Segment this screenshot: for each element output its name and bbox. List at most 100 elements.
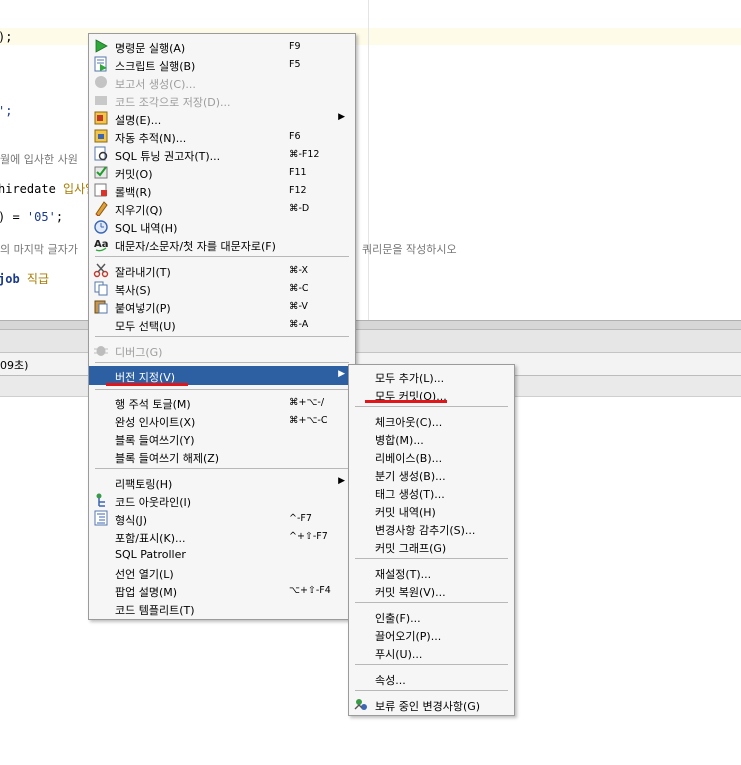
menu-separator: [95, 336, 349, 337]
menu-item-label: 리팩토링(H): [115, 478, 173, 491]
menu-item-shortcut: ⌘-D: [289, 203, 310, 214]
menu-item-include-show[interactable]: 포함/표시(K)... ^+⇧-F7: [89, 527, 355, 545]
format-icon: [94, 510, 108, 526]
menu-item-generate-report[interactable]: 보고서 생성(C)...: [89, 73, 355, 91]
submenu-item-pull[interactable]: 끌어오기(P)...: [349, 625, 514, 643]
menu-separator: [95, 389, 349, 390]
menu-item-label: 모두 선택(U): [115, 320, 176, 333]
menu-item-label: 인출(F)...: [375, 612, 421, 625]
menu-item-label: 행 주석 토글(M): [115, 398, 191, 411]
menu-item-popup-description[interactable]: 팝업 설명(M) ⌥+⇧-F4: [89, 581, 355, 599]
menu-item-sql-patroller[interactable]: SQL Patroller: [89, 545, 355, 563]
menu-item-label: 복사(S): [115, 284, 151, 297]
menu-item-code-outline[interactable]: 코드 아웃라인(I): [89, 491, 355, 509]
submenu-item-properties[interactable]: 속성...: [349, 669, 514, 687]
menu-item-label: SQL Patroller: [115, 548, 186, 561]
svg-text:Aa: Aa: [94, 239, 109, 250]
submenu-item-stash-changes[interactable]: 변경사항 감추기(S)...: [349, 519, 514, 537]
menu-item-refactoring[interactable]: 리팩토링(H) ▶: [89, 473, 355, 491]
menu-item-change-case[interactable]: Aa 대문자/소문자/첫 자를 대문자로(F): [89, 235, 355, 253]
menu-item-shortcut: ⌘-V: [289, 301, 308, 312]
menu-item-format[interactable]: 형식(J) ^-F7: [89, 509, 355, 527]
menu-item-label: SQL 내역(H): [115, 222, 178, 235]
menu-item-cut[interactable]: 잘라내기(T) ⌘-X: [89, 261, 355, 279]
menu-item-save-snippet[interactable]: 코드 조각으로 저장(D)...: [89, 91, 355, 109]
menu-item-label: 잘라내기(T): [115, 266, 171, 279]
submenu-item-reset[interactable]: 재설정(T)...: [349, 563, 514, 581]
menu-item-shortcut: ⌘+⌥-C: [289, 415, 328, 426]
menu-item-copy[interactable]: 복사(S) ⌘-C: [89, 279, 355, 297]
code-line: );: [0, 30, 13, 44]
menu-item-run-statement[interactable]: 명령문 실행(A) F9: [89, 37, 355, 55]
menu-item-code-template[interactable]: 코드 템플리트(T): [89, 599, 355, 617]
menu-item-label: 지우기(Q): [115, 204, 163, 217]
menu-item-label: SQL 튜닝 권고자(T)...: [115, 150, 221, 163]
menu-item-select-all[interactable]: 모두 선택(U) ⌘-A: [89, 315, 355, 333]
menu-item-rollback[interactable]: 롤백(R) F12: [89, 181, 355, 199]
menu-item-run-script[interactable]: 스크립트 실행(B) F5: [89, 55, 355, 73]
menu-item-debug[interactable]: 디버그(G): [89, 341, 355, 359]
menu-item-shortcut: ⌥+⇧-F4: [289, 585, 331, 596]
submenu-item-pending-changes[interactable]: 보류 중인 변경사항(G): [349, 695, 514, 713]
menu-item-label: 보고서 생성(C)...: [115, 78, 196, 91]
menu-item-label: 리베이스(B)...: [375, 452, 443, 465]
menu-item-commit[interactable]: 커밋(O) F11: [89, 163, 355, 181]
menu-item-shortcut: F5: [289, 59, 301, 70]
menu-item-label: 대문자/소문자/첫 자를 대문자로(F): [115, 240, 276, 253]
menu-item-explain[interactable]: 설명(E)... ▶: [89, 109, 355, 127]
status-text: 09초): [0, 359, 29, 372]
versioning-submenu: 모두 추가(L)... 모두 커밋(O)... 체크아웃(C)... 병합(M)…: [348, 364, 515, 716]
submenu-item-revert-commit[interactable]: 커밋 복원(V)...: [349, 581, 514, 599]
submenu-item-checkout[interactable]: 체크아웃(C)...: [349, 411, 514, 429]
menu-item-label: 푸시(U)...: [375, 648, 423, 661]
menu-item-block-unindent[interactable]: 블록 들여쓰기 해제(Z): [89, 447, 355, 465]
menu-item-shortcut: ⌘-X: [289, 265, 308, 276]
menu-item-shortcut: ⌘-C: [289, 283, 309, 294]
menu-item-sql-history[interactable]: SQL 내역(H): [89, 217, 355, 235]
menu-item-sql-tuning[interactable]: SQL 튜닝 권고자(T)... ⌘-F12: [89, 145, 355, 163]
menu-item-open-declaration[interactable]: 선언 열기(L): [89, 563, 355, 581]
menu-item-label: 명령문 실행(A): [115, 42, 186, 55]
case-icon: Aa: [94, 239, 109, 252]
menu-item-toggle-line-comment[interactable]: 행 주석 토글(M) ⌘+⌥-/: [89, 393, 355, 411]
menu-item-shortcut: ^+⇧-F7: [289, 531, 328, 542]
submenu-item-add-all[interactable]: 모두 추가(L)...: [349, 367, 514, 385]
comment-line: 쿼리문을 작성하시오: [362, 243, 457, 256]
submenu-item-merge[interactable]: 병합(M)...: [349, 429, 514, 447]
submenu-item-create-branch[interactable]: 분기 생성(B)...: [349, 465, 514, 483]
submenu-item-commit-graph[interactable]: 커밋 그래프(G): [349, 537, 514, 555]
menu-item-autotrace[interactable]: 자동 추적(N)... F6: [89, 127, 355, 145]
submenu-item-create-tag[interactable]: 태그 생성(T)...: [349, 483, 514, 501]
code-line: ';: [0, 104, 13, 118]
annotation-underline: [365, 400, 447, 403]
menu-item-label: 커밋 그래프(G): [375, 542, 447, 555]
menu-item-label: 자동 추적(N)...: [115, 132, 187, 145]
menu-item-label: 완성 인사이트(X): [115, 416, 196, 429]
menu-item-paste[interactable]: 붙여넣기(P) ⌘-V: [89, 297, 355, 315]
submenu-arrow-icon: ▶: [338, 369, 345, 379]
menu-item-label: 보류 중인 변경사항(G): [375, 700, 481, 713]
menu-item-shortcut: ⌘+⌥-/: [289, 397, 325, 408]
menu-separator: [95, 256, 349, 257]
sql-tuning-icon: [94, 146, 108, 161]
menu-separator: [355, 602, 508, 603]
editor-margin-line: [368, 0, 369, 320]
submenu-item-push[interactable]: 푸시(U)...: [349, 643, 514, 661]
menu-item-block-indent[interactable]: 블록 들여쓰기(Y): [89, 429, 355, 447]
submenu-item-fetch[interactable]: 인출(F)...: [349, 607, 514, 625]
commit-icon: [94, 166, 108, 179]
menu-item-label: 포함/표시(K)...: [115, 532, 186, 545]
menu-item-shortcut: ⌘-F12: [289, 149, 320, 160]
menu-item-completion-insight[interactable]: 완성 인사이트(X) ⌘+⌥-C: [89, 411, 355, 429]
rollback-icon: [94, 183, 107, 197]
annotation-underline: [106, 383, 188, 386]
run-script-icon: [94, 56, 107, 72]
pending-changes-icon: [354, 699, 367, 710]
submenu-item-commit-history[interactable]: 커밋 내역(H): [349, 501, 514, 519]
menu-item-label: 커밋 내역(H): [375, 506, 436, 519]
menu-item-clear[interactable]: 지우기(Q) ⌘-D: [89, 199, 355, 217]
submenu-item-rebase[interactable]: 리베이스(B)...: [349, 447, 514, 465]
comment-line: 월에 입사한 사원: [0, 153, 78, 166]
menu-item-label: 코드 아웃라인(I): [115, 496, 192, 509]
menu-item-shortcut: F9: [289, 41, 301, 52]
